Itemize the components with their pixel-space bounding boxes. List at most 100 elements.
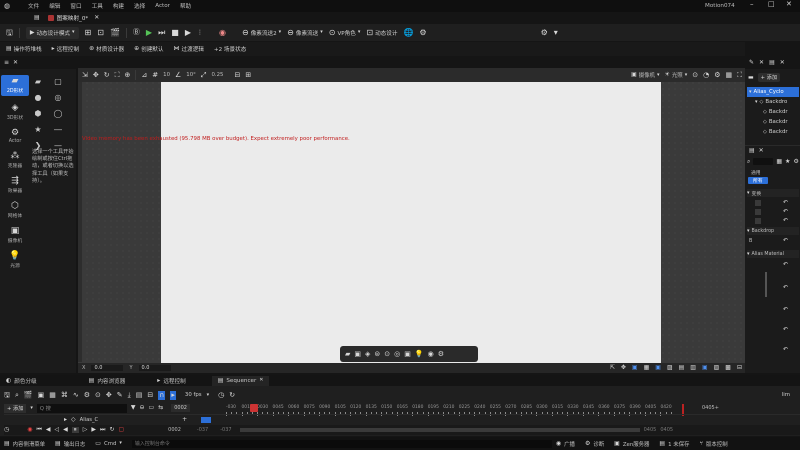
content-drawer-button[interactable]: ▤ 内容侧滑菜单 xyxy=(4,440,45,448)
folder-icon[interactable]: ▬ xyxy=(748,74,754,81)
pencil-icon[interactable]: ✎ xyxy=(749,60,754,66)
add-track-button[interactable]: + 添加 xyxy=(4,403,27,413)
maximize-icon[interactable]: □ xyxy=(768,1,775,8)
menu-icon[interactable]: ≡ xyxy=(4,60,9,66)
transform-icon[interactable]: ✥ xyxy=(106,391,112,399)
sort-icon[interactable]: ⇆ xyxy=(158,405,163,411)
minimize-icon[interactable]: – xyxy=(750,1,754,8)
rotate-snap-icon[interactable]: ∠ xyxy=(175,71,181,79)
blueprint-icon[interactable]: ⊡ xyxy=(97,28,104,37)
scale-tool-icon[interactable]: ⛶ xyxy=(115,71,120,79)
gear-icon[interactable]: ⚙ xyxy=(793,158,798,165)
text-icon[interactable]: ▣ xyxy=(354,350,361,358)
menu-tools[interactable]: 工具 xyxy=(92,2,103,10)
surface-snap-icon[interactable]: ⊿ xyxy=(141,71,147,79)
track-expand-icon[interactable]: ▸ xyxy=(64,416,67,423)
rotate-tool-icon[interactable]: ↻ xyxy=(104,71,110,79)
range-end[interactable]: 0405 xyxy=(660,427,673,433)
motion-design-button[interactable]: ⊡ 动态设计 xyxy=(366,28,397,37)
camera-dropdown[interactable]: ▣ 摄像机 ▾ xyxy=(631,71,659,80)
filter-icon[interactable]: ⊙ xyxy=(95,391,101,399)
viewport-settings-icon[interactable]: ⚙ xyxy=(714,71,720,79)
reset-icon[interactable]: ↶ xyxy=(783,238,788,244)
menu-build[interactable]: 构建 xyxy=(113,2,124,10)
grid-icon[interactable]: ▦ xyxy=(644,365,650,371)
star-tool-icon[interactable]: ★ xyxy=(32,123,44,135)
record-icon[interactable]: ◉ xyxy=(27,427,32,433)
lock-icon[interactable]: ▭ xyxy=(149,405,155,411)
unsaved-button[interactable]: ▤ 1 未保存 xyxy=(659,440,689,448)
rectangle-tool-icon[interactable]: ▰ xyxy=(32,75,44,87)
filter-general[interactable]: 通用 xyxy=(751,169,761,176)
menu-edit[interactable]: 编辑 xyxy=(49,2,60,10)
menu-help[interactable]: 帮助 xyxy=(180,2,191,10)
render-icon[interactable]: ▦ xyxy=(49,391,56,399)
world-icon[interactable]: 🌐 xyxy=(403,28,413,37)
add-content-icon[interactable]: ⊞ xyxy=(85,28,92,37)
current-frame[interactable]: 0002 xyxy=(171,404,190,412)
play-frame[interactable]: 0002 xyxy=(168,427,181,433)
play-backward-icon[interactable]: ◀ xyxy=(63,427,68,433)
playhead[interactable] xyxy=(250,404,258,412)
pause-icon[interactable]: ⏸ xyxy=(71,427,79,433)
cinematics-icon[interactable]: 🎬 xyxy=(110,28,120,37)
play-range-icon[interactable]: ⊟ xyxy=(147,391,153,399)
filter-all[interactable]: 所有 xyxy=(748,177,768,184)
tab-close-icon[interactable]: ✕ xyxy=(94,15,99,21)
pen-icon[interactable]: ✎ xyxy=(117,391,123,399)
mode-camera[interactable]: ▣ 摄像机 xyxy=(1,227,29,245)
pan-icon[interactable]: ✥ xyxy=(621,365,626,371)
gear-icon[interactable]: ⚙ xyxy=(84,391,90,399)
tree-row-root[interactable]: ▾ Alias_Cyclo xyxy=(747,87,799,97)
scale-snap-value[interactable]: 0.25 xyxy=(211,72,223,78)
console-input[interactable]: 输入控制台命令 xyxy=(131,439,552,448)
reset-icon[interactable]: ↶ xyxy=(783,218,788,224)
skip-start-icon[interactable]: ⏮ xyxy=(37,427,42,433)
skip-end-icon[interactable]: ⏭ xyxy=(100,427,105,433)
revision-control-button[interactable]: ⑂ 版本控制 xyxy=(699,440,727,448)
location-lock-icon[interactable] xyxy=(755,200,761,206)
visibility-icon[interactable]: ◉ xyxy=(428,350,434,358)
mode-light[interactable]: 💡 光源 xyxy=(1,252,29,270)
tab-remote-control[interactable]: ▸ 远程控制 xyxy=(151,376,191,386)
output-log-button[interactable]: ▤ 输出日志 xyxy=(55,440,85,448)
reset-icon[interactable]: ↶ xyxy=(783,347,788,353)
viewport[interactable]: ⇲ ✥ ↻ ⛶ ⊕ ⊿ # 10 ∠ 10° ⤢ 0.25 ⊟ ⊞ ▣ 摄像机 ▾ … xyxy=(78,68,746,373)
material-slider[interactable] xyxy=(765,272,767,297)
gear-icon[interactable]: ⚙ xyxy=(419,28,426,37)
grid-snap-icon[interactable]: # xyxy=(152,71,158,79)
add-key-icon[interactable]: + xyxy=(182,416,187,423)
forward-frame-icon[interactable]: ▷ xyxy=(83,427,88,433)
material-designer-button[interactable]: ⊛ 材质设计器 xyxy=(89,45,124,54)
save-icon[interactable]: 🖫 xyxy=(6,28,13,37)
reset-icon[interactable]: ↶ xyxy=(783,209,788,215)
tab-color-grading[interactable]: ◐ 颜色分级 xyxy=(0,376,43,386)
film-icon[interactable]: 🎬 xyxy=(24,391,33,399)
track-search-input[interactable]: Q 搜 xyxy=(36,403,127,413)
close-icon[interactable]: ✕ xyxy=(759,147,764,154)
details-icon[interactable]: ▤ xyxy=(749,147,755,154)
settings-dropdown-icon[interactable]: ▾ xyxy=(554,28,558,37)
shape-icon[interactable]: ▰ xyxy=(345,350,350,358)
loop-icon[interactable]: ↻ xyxy=(229,391,235,399)
mode-dropdown[interactable]: ▶ 动态设计模式 ▾ xyxy=(25,26,79,39)
menu-file[interactable]: 文件 xyxy=(28,2,39,10)
camera-icon[interactable]: ▣ xyxy=(38,391,45,399)
mode-cloner[interactable]: ⁂ 克隆器 xyxy=(1,152,29,170)
x-field[interactable]: 0.0 xyxy=(91,365,124,371)
camera-preview-icon[interactable]: ▣ xyxy=(702,365,708,371)
snap-icon[interactable]: ▣ xyxy=(655,365,661,371)
circle-tool-icon[interactable]: ● xyxy=(32,91,44,103)
section-material[interactable]: ▾ Alias Material xyxy=(747,250,799,258)
reset-icon[interactable]: ↶ xyxy=(783,262,788,268)
media-icon[interactable]: ▨ xyxy=(714,365,720,371)
select-tool-icon[interactable]: ⇲ xyxy=(82,71,88,79)
diagnostics-button[interactable]: ⚙ 诊断 xyxy=(585,440,604,448)
selection-icon[interactable]: ▤ xyxy=(136,391,143,399)
line-tool-icon[interactable]: ― xyxy=(52,123,64,135)
launch-icon[interactable]: ▶ xyxy=(185,28,191,37)
menu-actor[interactable]: Actor xyxy=(155,3,170,9)
lit-dropdown[interactable]: ☀ 光照 ▾ xyxy=(665,71,688,80)
play-icon[interactable]: ▶ xyxy=(146,28,152,37)
mode-actor[interactable]: ⚙ Actor xyxy=(1,129,29,145)
